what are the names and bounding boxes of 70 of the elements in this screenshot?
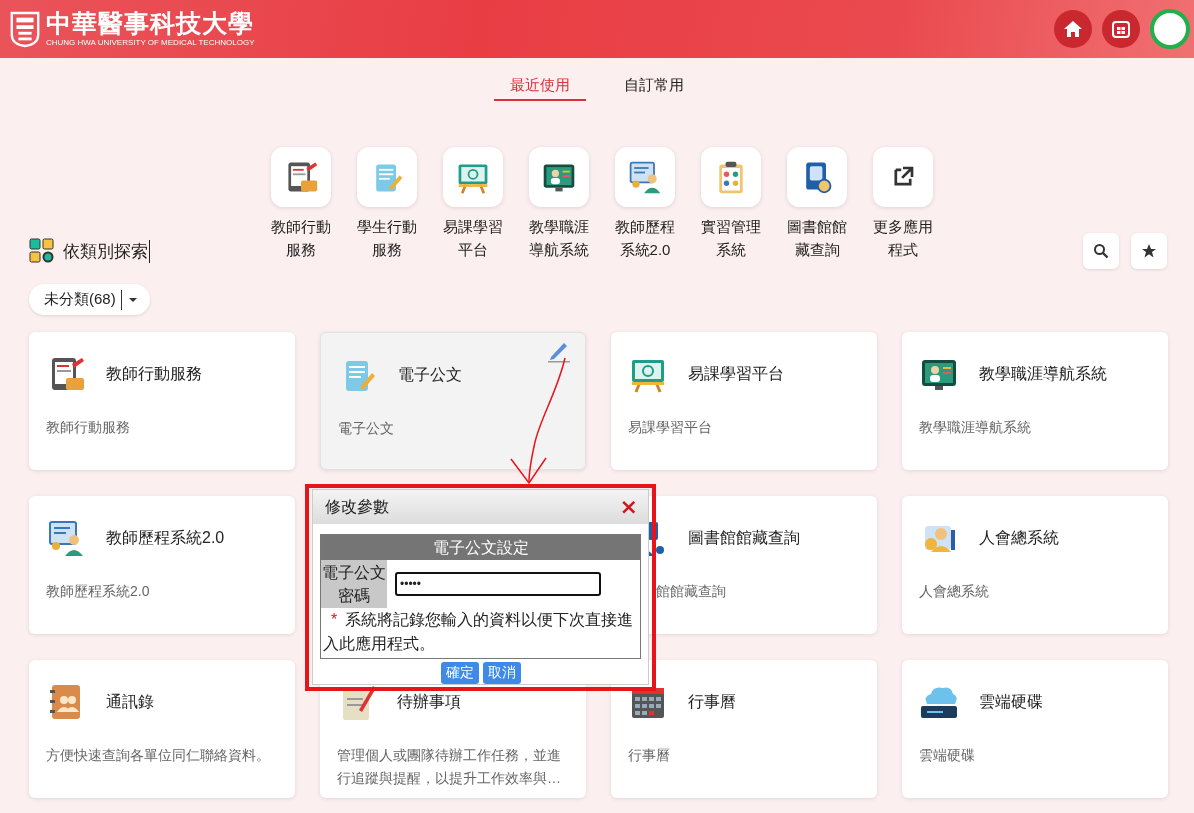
logo-title: 中華醫事科技大學 (46, 10, 255, 38)
card-description: 人會總系統 (919, 582, 990, 601)
university-emblem-icon (8, 9, 42, 49)
card-description: 方便快速查詢各單位同仁聯絡資料。 (46, 746, 271, 765)
card-description: 教師歷程系統2.0 (46, 582, 151, 601)
card-title: 圖書館館藏查詢 (688, 527, 800, 548)
card-title: 電子公文 (398, 364, 462, 385)
password-field[interactable]: ••••• (395, 572, 601, 596)
app-card[interactable]: 通訊錄 方便快速查詢各單位同仁聯絡資料。 (29, 660, 295, 798)
shortcut-label[interactable]: 更多應用程式 (871, 215, 935, 261)
card-title: 行事曆 (688, 691, 736, 712)
category-dropdown[interactable]: 未分類(68) (29, 284, 150, 315)
category-grid-icon (29, 238, 55, 264)
caret-icon (127, 296, 138, 303)
app-shortcut-button[interactable] (271, 147, 331, 207)
dialog-button[interactable]: 取消 (482, 662, 521, 684)
tab[interactable]: 最近使用 (494, 70, 586, 101)
search-button[interactable] (1083, 233, 1119, 269)
home-icon (1063, 19, 1083, 39)
app-shortcut-button[interactable] (787, 147, 847, 207)
shortcut-label[interactable]: 教師歷程系統2.0 (613, 215, 677, 261)
favorites-button[interactable] (1131, 233, 1167, 269)
logo-subtitle: CHUNG HWA UNIVERSITY OF MEDICAL TECHNOLOGY (46, 38, 255, 48)
card-title: 雲端硬碟 (979, 691, 1043, 712)
tab[interactable]: 自訂常用 (608, 70, 700, 101)
star-icon (1141, 243, 1157, 259)
app-card[interactable]: 教學職涯導航系統 教學職涯導航系統 (902, 332, 1168, 470)
shortcut-label[interactable]: 易課學習平台 (441, 215, 505, 261)
table-header: 電子公文設定 (321, 535, 640, 560)
card-description: 行事曆 (628, 746, 671, 765)
card-description: 管理個人或團隊待辦工作任務，並進行追蹤與提醒，以提升工作效率與… (337, 746, 562, 788)
card-title: 教師行動服務 (106, 363, 202, 384)
app-card[interactable]: 行事曆 行事曆 (611, 660, 877, 798)
card-title: 教師歷程系統2.0 (106, 527, 225, 548)
app-card[interactable]: 易課學習平台 易課學習平台 (611, 332, 877, 470)
app-card[interactable]: 教師歷程系統2.0 教師歷程系統2.0 (29, 496, 295, 634)
card-title: 待辦事項 (397, 691, 461, 712)
section-title: 依類別探索 (63, 239, 150, 263)
shortcut-label[interactable]: 實習管理系統 (699, 215, 763, 261)
card-title: 易課學習平台 (688, 363, 784, 384)
dialog-title: 修改參數 (325, 496, 389, 517)
card-description: 教師行動服務 (46, 418, 131, 437)
card-description: 電子公文 (338, 419, 395, 438)
card-description: 易課學習平台 (628, 418, 713, 437)
dialog-button[interactable]: 確定 (440, 662, 479, 684)
home-button[interactable] (1054, 10, 1092, 48)
card-title: 通訊錄 (106, 691, 154, 712)
calendar-button[interactable] (1102, 10, 1140, 48)
app-shortcut-button[interactable] (873, 147, 933, 207)
certificate-person-icon (46, 518, 86, 558)
app-card[interactable]: 雲端硬碟 雲端硬碟 (902, 660, 1168, 798)
app-shortcut-button[interactable] (529, 147, 589, 207)
card-description: 館館藏查詢 (655, 582, 727, 601)
search-icon (1093, 243, 1109, 259)
card-title: 教學職涯導航系統 (979, 363, 1107, 384)
close-button[interactable]: × (619, 497, 638, 517)
shortcut-label[interactable]: 教師行動服務 (269, 215, 333, 261)
shortcut-label[interactable]: 學生行動服務 (355, 215, 419, 261)
shortcut-label[interactable]: 教學職涯導航系統 (527, 215, 591, 261)
card-description: 雲端硬碟 (919, 746, 976, 765)
grid-window-icon (1111, 19, 1131, 39)
app-card[interactable]: 教師行動服務 教師行動服務 (29, 332, 295, 470)
card-title: 人會總系統 (979, 527, 1059, 548)
avatar-icon[interactable] (1150, 9, 1190, 49)
card-description: 教學職涯導航系統 (919, 418, 1032, 437)
shortcut-label[interactable]: 圖書館館藏查詢 (785, 215, 849, 261)
field-label: 電子公文密碼 (321, 560, 387, 608)
app-card[interactable]: 人會總系統 人會總系統 (902, 496, 1168, 634)
certificate-person-icon (627, 159, 663, 195)
app-card[interactable]: 電子公文 電子公文 (320, 332, 586, 470)
